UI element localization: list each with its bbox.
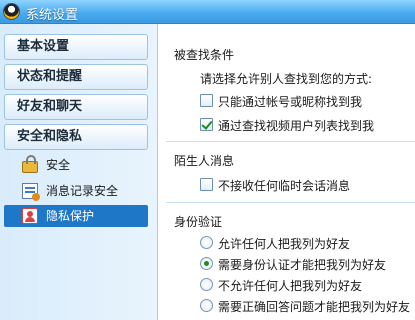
settings-sidebar: 基本设置 状态和提醒 好友和聊天 安全和隐私 安全 消息记录安全 隐私保护 (0, 24, 158, 320)
radio-label[interactable]: 允许任何人把我列为好友 (218, 235, 350, 252)
section-title-find: 被查找条件 (174, 48, 235, 62)
message-record-icon (22, 183, 40, 201)
window-title: 系统设置 (26, 8, 79, 23)
sidebar-item-label: 安全 (46, 158, 71, 172)
section-divider (166, 141, 415, 142)
sidebar-item-privacy[interactable]: 隐私保护 (4, 205, 148, 227)
checkbox-label[interactable]: 通过查找视频用户列表找到我 (218, 117, 374, 134)
sidebar-category-basic[interactable]: 基本设置 (4, 34, 148, 60)
checkbox-reject-temp-session[interactable] (200, 178, 213, 191)
checkbox-account-or-nickname-only[interactable] (200, 94, 213, 107)
sidebar-item-security[interactable]: 安全 (4, 154, 148, 176)
radio-label[interactable]: 不允许任何人把我列为好友 (218, 277, 362, 294)
sidebar-item-label: 消息记录安全 (46, 184, 119, 198)
qq-penguin-icon (3, 3, 20, 20)
sidebar-category-security-privacy[interactable]: 安全和隐私 (4, 124, 148, 150)
radio-label[interactable]: 需要正确回答问题才能把我列为好友 (218, 298, 410, 315)
checkbox-video-user-list[interactable] (200, 118, 213, 131)
lock-icon (22, 155, 38, 173)
section-divider (166, 202, 415, 203)
radio-answer-question[interactable] (200, 299, 213, 312)
privacy-icon (22, 208, 38, 224)
checkbox-label[interactable]: 只能通过帐号或昵称找到我 (218, 93, 362, 110)
title-bar[interactable]: 系统设置 (0, 0, 415, 24)
sidebar-item-label: 隐私保护 (46, 209, 95, 223)
sidebar-category-status[interactable]: 状态和提醒 (4, 64, 148, 90)
find-prompt: 请选择允许别人查找到您的方式: (200, 72, 373, 86)
checkbox-label[interactable]: 不接收任何临时会话消息 (218, 177, 350, 194)
settings-panel: 被查找条件 请选择允许别人查找到您的方式: 只能通过帐号或昵称找到我 通过查找视… (158, 24, 415, 320)
sidebar-item-message-record[interactable]: 消息记录安全 (4, 180, 148, 202)
radio-allow-none[interactable] (200, 278, 213, 291)
radio-allow-anyone[interactable] (200, 236, 213, 249)
section-title-stranger: 陌生人消息 (174, 154, 235, 168)
sidebar-category-friends-chat[interactable]: 好友和聊天 (4, 94, 148, 120)
radio-require-verification[interactable] (200, 257, 213, 270)
section-title-auth: 身份验证 (174, 215, 223, 229)
radio-label[interactable]: 需要身份认证才能把我列为好友 (218, 256, 386, 273)
